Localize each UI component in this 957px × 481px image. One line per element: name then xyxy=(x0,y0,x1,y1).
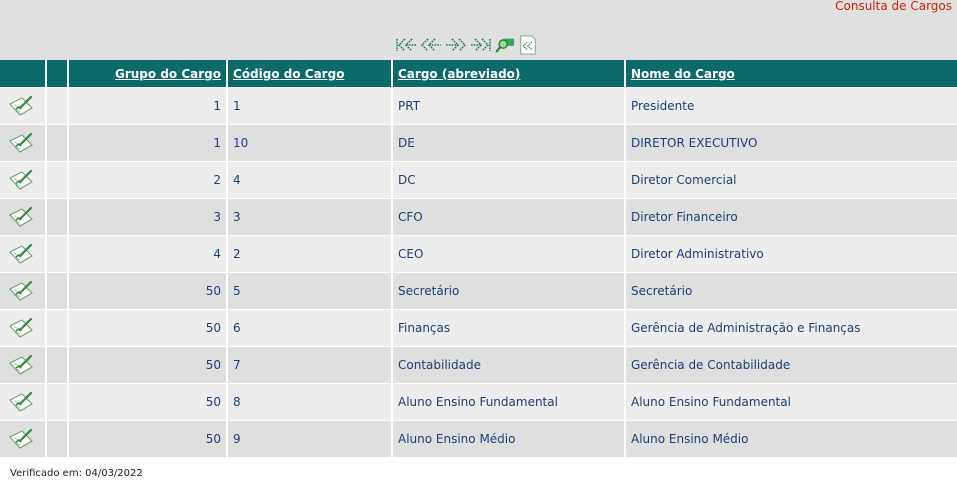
code-cell: 8 xyxy=(228,384,391,421)
edit-cell xyxy=(0,273,45,310)
pagination-toolbar xyxy=(395,33,538,57)
edit-cell xyxy=(0,421,45,458)
abbr-cell: Contabilidade xyxy=(393,347,624,384)
abbr-cell: DC xyxy=(393,162,624,199)
table-row[interactable]: 1 10 DE DIRETOR EXECUTIVO xyxy=(0,125,957,162)
table-row[interactable]: 50 6 Finanças Gerência de Administração e F… xyxy=(0,310,957,347)
edit-icon[interactable] xyxy=(8,316,45,340)
edit-cell xyxy=(0,162,45,199)
abbr-cell: Finanças xyxy=(393,310,624,347)
abbr-cell: DE xyxy=(393,125,624,162)
name-cell: Presidente xyxy=(626,88,957,125)
name-cell: Diretor Financeiro xyxy=(626,199,957,236)
select-cell[interactable] xyxy=(47,199,67,236)
code-cell: 2 xyxy=(228,236,391,273)
abbr-cell: Secretário xyxy=(393,273,624,310)
edit-cell xyxy=(0,199,45,236)
header-select xyxy=(47,60,67,88)
name-cell: Aluno Ensino Médio xyxy=(626,421,957,458)
edit-cell xyxy=(0,347,45,384)
verified-date: Verificado em: 04/03/2022 xyxy=(10,468,143,479)
group-cell: 50 xyxy=(69,384,226,421)
table-row[interactable]: 4 2 CEO Diretor Administrativo xyxy=(0,236,957,273)
table-row[interactable]: 2 4 DC Diretor Comercial xyxy=(0,162,957,199)
table-row[interactable]: 3 3 CFO Diretor Financeiro xyxy=(0,199,957,236)
abbr-cell: CEO xyxy=(393,236,624,273)
header-edit xyxy=(0,60,45,88)
name-cell: Aluno Ensino Fundamental xyxy=(626,384,957,421)
edit-cell xyxy=(0,88,45,125)
edit-icon[interactable] xyxy=(8,94,45,118)
table-row[interactable]: 50 9 Aluno Ensino Médio Aluno Ensino Médio xyxy=(0,421,957,458)
code-cell: 4 xyxy=(228,162,391,199)
abbr-cell: CFO xyxy=(393,199,624,236)
edit-cell xyxy=(0,384,45,421)
edit-icon[interactable] xyxy=(8,279,45,303)
next-page-icon[interactable] xyxy=(445,37,467,53)
code-cell: 10 xyxy=(228,125,391,162)
name-cell: Diretor Comercial xyxy=(626,162,957,199)
group-cell: 50 xyxy=(69,310,226,347)
select-cell[interactable] xyxy=(47,88,67,125)
code-cell: 1 xyxy=(228,88,391,125)
edit-icon[interactable] xyxy=(8,205,45,229)
first-page-icon[interactable] xyxy=(395,37,417,53)
select-cell[interactable] xyxy=(47,236,67,273)
select-cell[interactable] xyxy=(47,310,67,347)
header-name[interactable]: Nome do Cargo xyxy=(626,60,957,88)
table-row[interactable]: 50 8 Aluno Ensino Fundamental Aluno Ensino … xyxy=(0,384,957,421)
table-header-row: Grupo do Cargo Código do Cargo Cargo (ab… xyxy=(0,60,957,88)
name-cell: Secretário xyxy=(626,273,957,310)
select-cell[interactable] xyxy=(47,384,67,421)
abbr-cell: Aluno Ensino Médio xyxy=(393,421,624,458)
page-title: Consulta de Cargos xyxy=(835,0,952,13)
edit-icon[interactable] xyxy=(8,168,45,192)
group-cell: 2 xyxy=(69,162,226,199)
group-cell: 50 xyxy=(69,273,226,310)
edit-icon[interactable] xyxy=(8,390,45,414)
header-group[interactable]: Grupo do Cargo xyxy=(69,60,226,88)
table-row[interactable]: 1 1 PRT Presidente xyxy=(0,88,957,125)
group-cell: 3 xyxy=(69,199,226,236)
select-cell[interactable] xyxy=(47,421,67,458)
header-abbr[interactable]: Cargo (abreviado) xyxy=(393,60,624,88)
code-cell: 7 xyxy=(228,347,391,384)
select-cell[interactable] xyxy=(47,125,67,162)
code-cell: 3 xyxy=(228,199,391,236)
edit-icon[interactable] xyxy=(8,353,45,377)
name-cell: Diretor Administrativo xyxy=(626,236,957,273)
code-cell: 5 xyxy=(228,273,391,310)
edit-cell xyxy=(0,236,45,273)
back-icon[interactable] xyxy=(518,34,538,56)
top-bar: Consulta de Cargos xyxy=(0,0,957,60)
code-cell: 6 xyxy=(228,310,391,347)
group-cell: 1 xyxy=(69,88,226,125)
group-cell: 50 xyxy=(69,421,226,458)
edit-cell xyxy=(0,310,45,347)
name-cell: Gerência de Administração e Finanças xyxy=(626,310,957,347)
group-cell: 50 xyxy=(69,347,226,384)
group-cell: 1 xyxy=(69,125,226,162)
name-cell: DIRETOR EXECUTIVO xyxy=(626,125,957,162)
edit-icon[interactable] xyxy=(8,427,45,451)
last-page-icon[interactable] xyxy=(470,37,492,53)
group-cell: 4 xyxy=(69,236,226,273)
table-row[interactable]: 50 5 Secretário Secretário xyxy=(0,273,957,310)
select-cell[interactable] xyxy=(47,347,67,384)
abbr-cell: PRT xyxy=(393,88,624,125)
edit-icon[interactable] xyxy=(8,131,45,155)
select-cell[interactable] xyxy=(47,273,67,310)
search-icon[interactable] xyxy=(495,34,515,56)
edit-cell xyxy=(0,125,45,162)
header-code[interactable]: Código do Cargo xyxy=(228,60,391,88)
previous-page-icon[interactable] xyxy=(420,37,442,53)
cargos-table: Grupo do Cargo Código do Cargo Cargo (ab… xyxy=(0,60,957,458)
select-cell[interactable] xyxy=(47,162,67,199)
abbr-cell: Aluno Ensino Fundamental xyxy=(393,384,624,421)
table-row[interactable]: 50 7 Contabilidade Gerência de Contabilidad… xyxy=(0,347,957,384)
name-cell: Gerência de Contabilidade xyxy=(626,347,957,384)
edit-icon[interactable] xyxy=(8,242,45,266)
code-cell: 9 xyxy=(228,421,391,458)
